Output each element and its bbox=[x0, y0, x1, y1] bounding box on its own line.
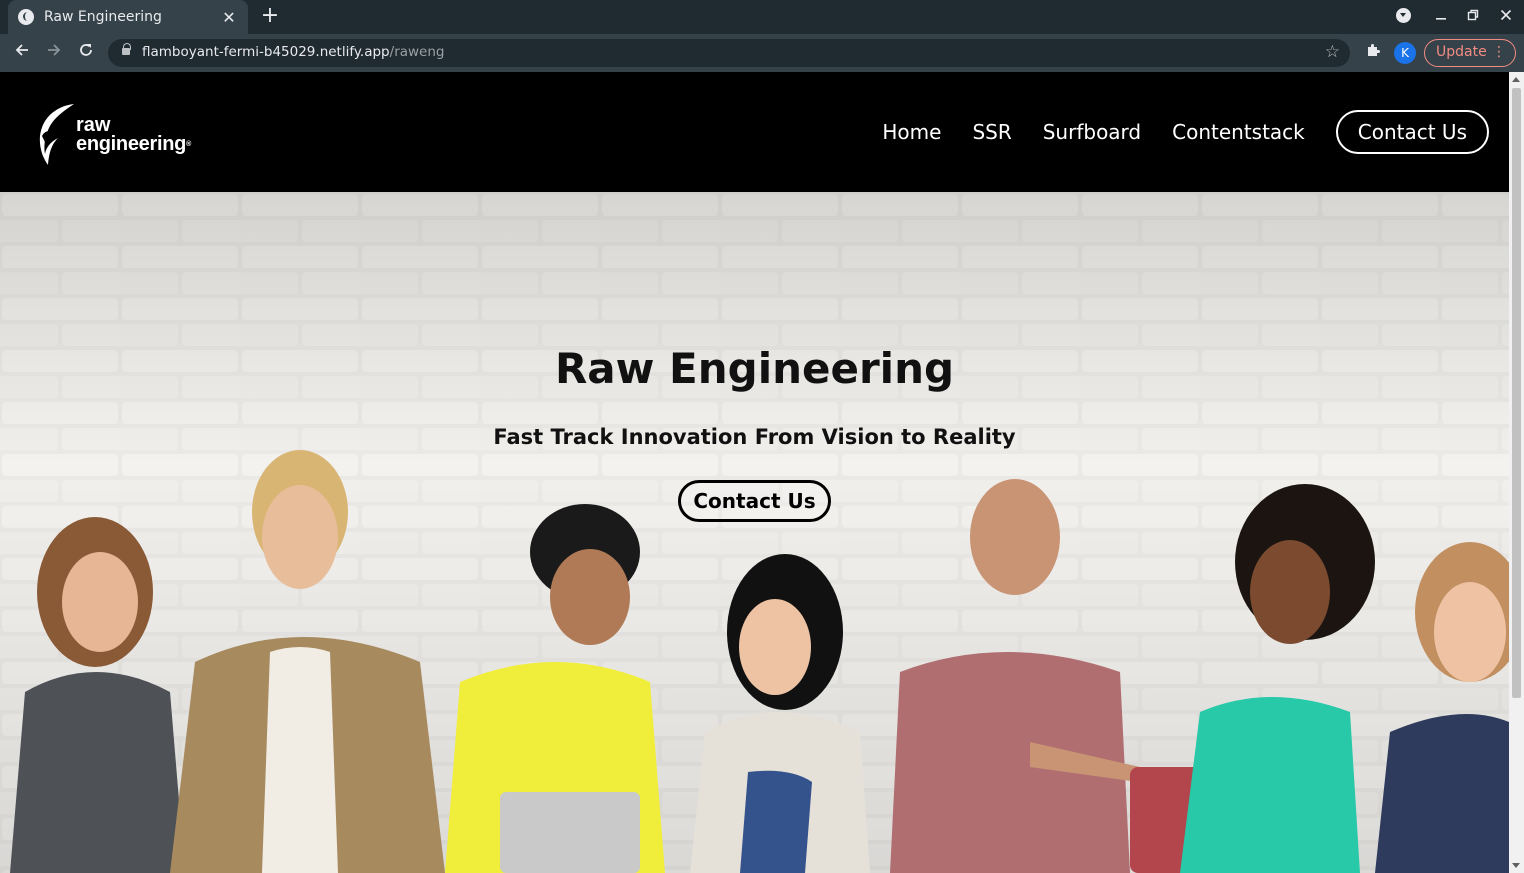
hero-contact-button[interactable]: Contact Us bbox=[678, 480, 831, 522]
browser-toolbar: flamboyant-fermi-b45029.netlify.app/rawe… bbox=[0, 34, 1524, 72]
logo-wordmark: raw engineering® bbox=[76, 114, 191, 155]
logo-feather-icon bbox=[39, 104, 74, 165]
close-window-icon[interactable] bbox=[1495, 6, 1517, 28]
restore-window-icon[interactable] bbox=[1462, 6, 1484, 28]
update-button[interactable]: Update ⋮ bbox=[1424, 39, 1516, 67]
scroll-up-arrow-icon[interactable] bbox=[1512, 77, 1520, 82]
nav-surfboard[interactable]: Surfboard bbox=[1043, 120, 1141, 144]
lock-icon[interactable] bbox=[122, 43, 131, 55]
url-text[interactable]: flamboyant-fermi-b45029.netlify.app/rawe… bbox=[142, 44, 444, 60]
minimize-window-icon[interactable] bbox=[1430, 6, 1452, 28]
browser-tab[interactable]: Raw Engineering ✕ bbox=[8, 0, 248, 34]
page-scrollbar[interactable] bbox=[1509, 72, 1524, 873]
close-tab-icon[interactable]: ✕ bbox=[220, 8, 238, 27]
reload-icon[interactable] bbox=[74, 41, 98, 65]
bookmark-star-icon[interactable]: ☆ bbox=[1325, 42, 1340, 62]
site-favicon-icon bbox=[18, 9, 34, 25]
site-header: raw engineering® Home SSR Surfboard Cont… bbox=[0, 72, 1509, 192]
page-viewport: raw engineering® Home SSR Surfboard Cont… bbox=[0, 72, 1509, 873]
address-bar[interactable]: flamboyant-fermi-b45029.netlify.app/rawe… bbox=[108, 39, 1350, 67]
update-label: Update bbox=[1436, 44, 1487, 60]
header-contact-button[interactable]: Contact Us bbox=[1335, 110, 1489, 154]
nav-home[interactable]: Home bbox=[882, 120, 941, 144]
browser-tab-bar: Raw Engineering ✕ + bbox=[0, 0, 1524, 34]
tab-title: Raw Engineering bbox=[44, 9, 162, 25]
menu-dots-icon: ⋮ bbox=[1492, 44, 1506, 60]
new-tab-button[interactable]: + bbox=[258, 4, 282, 28]
hero-subtitle: Fast Track Innovation From Vision to Rea… bbox=[493, 425, 1016, 449]
extensions-puzzle-icon[interactable] bbox=[1362, 42, 1384, 64]
scroll-down-arrow-icon[interactable] bbox=[1512, 863, 1520, 868]
tab-search-icon[interactable] bbox=[1392, 6, 1414, 28]
hero-title: Raw Engineering bbox=[554, 344, 955, 393]
nav-contentstack[interactable]: Contentstack bbox=[1172, 120, 1305, 144]
forward-arrow-icon[interactable] bbox=[42, 41, 66, 65]
scroll-thumb[interactable] bbox=[1512, 88, 1521, 698]
hero-section: Raw Engineering Fast Track Innovation Fr… bbox=[0, 192, 1509, 873]
profile-avatar[interactable]: K bbox=[1394, 42, 1416, 64]
back-arrow-icon[interactable] bbox=[10, 41, 34, 65]
main-nav: Home SSR Surfboard Contentstack Contact … bbox=[851, 110, 1489, 154]
raw-engineering-logo[interactable]: raw engineering® bbox=[34, 102, 194, 166]
hero-people-illustration bbox=[10, 450, 1509, 873]
nav-ssr[interactable]: SSR bbox=[972, 120, 1011, 144]
